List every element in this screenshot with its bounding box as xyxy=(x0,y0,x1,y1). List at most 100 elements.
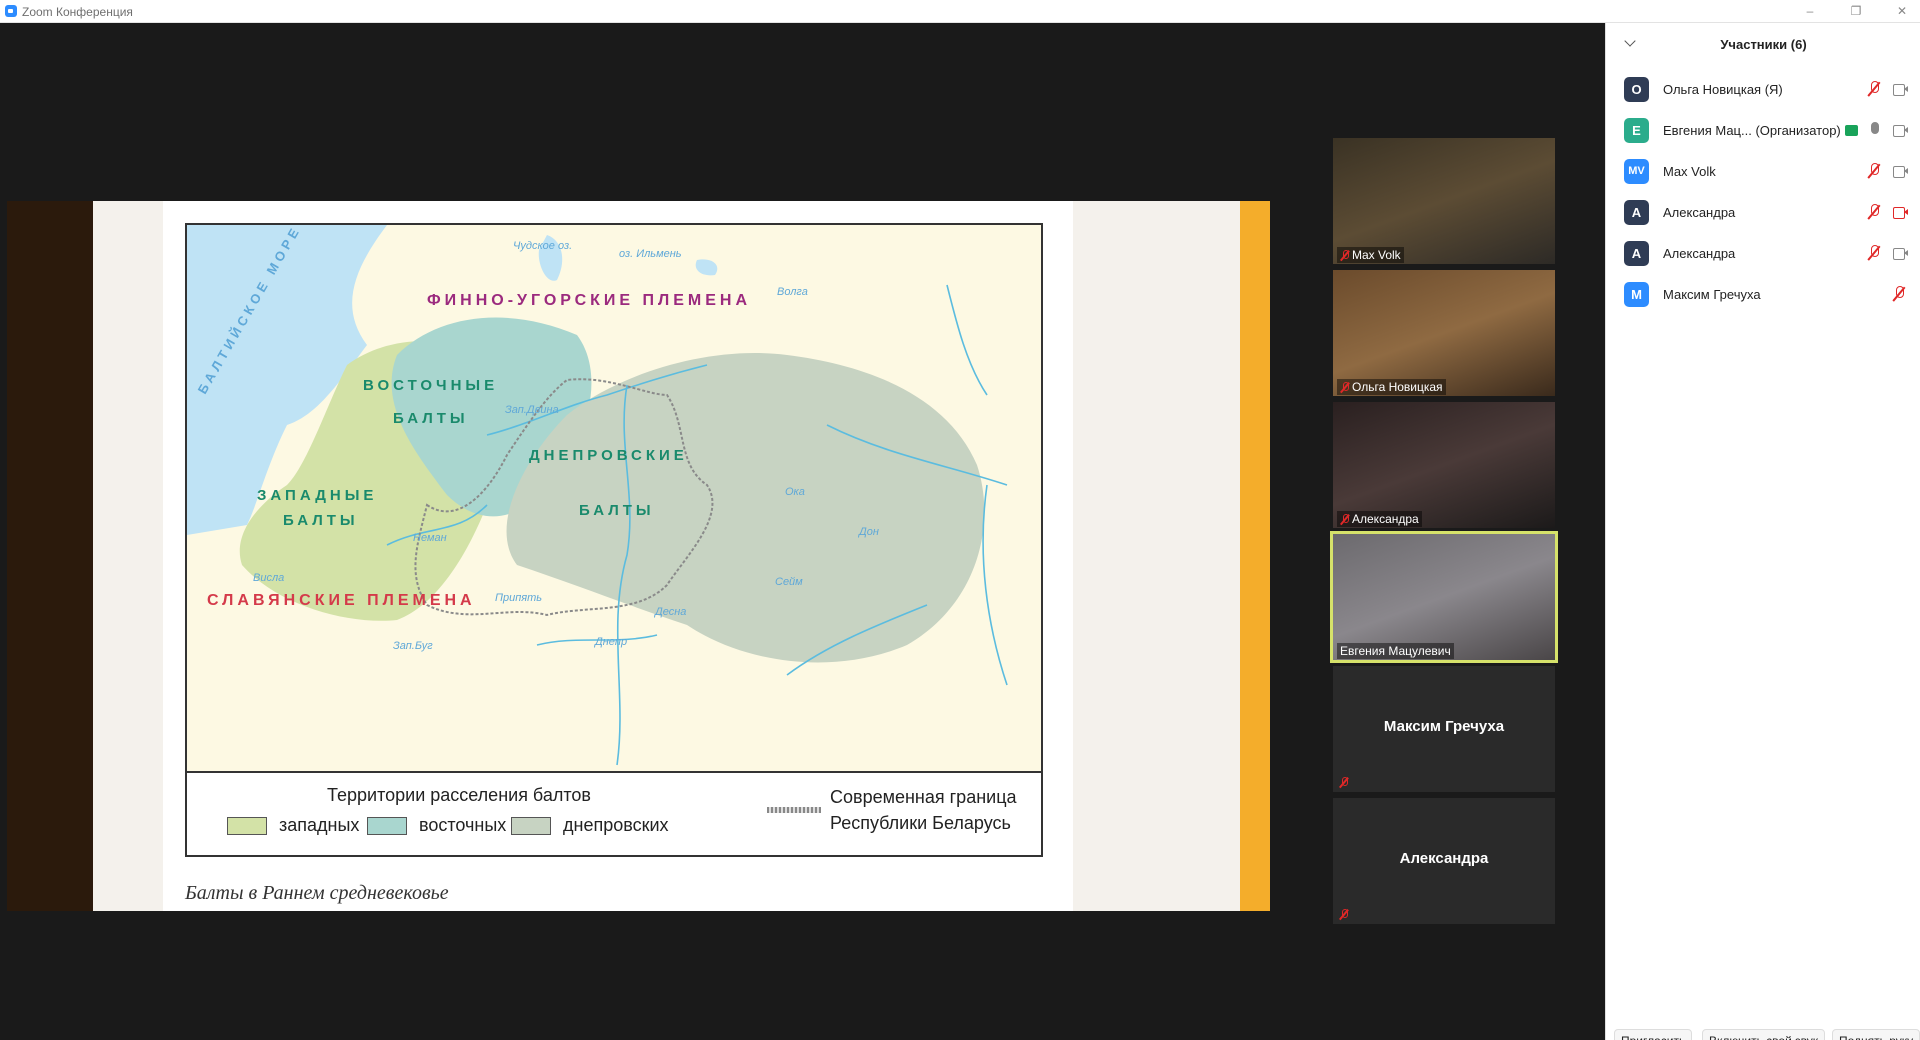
legend-west: западных xyxy=(279,815,360,835)
legend-swatch-west xyxy=(227,817,267,835)
volga-label: Волга xyxy=(777,286,808,298)
lake1-label: Чудское оз. xyxy=(513,240,572,252)
desna-label: Десна xyxy=(653,606,686,618)
shared-screen: БАЛТИЙСКОЕ МОРЕ Чудское оз. оз. Ильмень … xyxy=(7,201,1270,911)
host-screen-share-icon xyxy=(1844,125,1858,136)
video-tile[interactable]: Александра xyxy=(1333,402,1555,528)
muted-mic-icon xyxy=(1339,909,1348,920)
participants-title: Участники (6) xyxy=(1720,37,1807,52)
shared-left-band xyxy=(7,201,93,911)
mic-muted-icon[interactable] xyxy=(1868,163,1880,179)
window-title: Zoom Конференция xyxy=(22,5,133,19)
muted-mic-icon xyxy=(1340,513,1349,525)
zoom-app-icon xyxy=(5,5,17,17)
camera-icon[interactable] xyxy=(1893,248,1908,260)
don-label: Дон xyxy=(857,526,879,538)
active-speaker-tile[interactable]: Евгения Мацулевич xyxy=(1330,531,1558,663)
tile-name-bar: Max Volk xyxy=(1337,247,1404,263)
avatar: Е xyxy=(1624,118,1649,143)
participant-name: Евгения Мац... (Организатор) xyxy=(1663,123,1858,138)
legend-dnepr: днепровских xyxy=(563,815,669,835)
camera-icon[interactable] xyxy=(1893,84,1908,96)
minimize-icon[interactable]: – xyxy=(1800,2,1820,20)
map-graphic: БАЛТИЙСКОЕ МОРЕ Чудское оз. оз. Ильмень … xyxy=(187,225,1041,771)
participant-name: Max Volk xyxy=(1663,164,1716,179)
pripyat-label: Припять xyxy=(495,592,542,604)
legend-title: Территории расселения балтов xyxy=(327,785,591,805)
tile-name: Максим Гречуха xyxy=(1383,718,1505,735)
muted-mic-icon xyxy=(1340,381,1349,393)
muted-mic-icon xyxy=(1339,777,1348,788)
finno-label: ФИННО-УГОРСКИЕ ПЛЕМЕНА xyxy=(427,292,751,309)
tile-name: Ольга Новицкая xyxy=(1352,380,1443,394)
participant-name: Максим Гречуха xyxy=(1663,287,1761,302)
lake2-label: оз. Ильмень xyxy=(619,248,682,260)
tile-name-bar: Евгения Мацулевич xyxy=(1337,643,1454,659)
camera-icon[interactable] xyxy=(1893,125,1908,137)
dnepr-balts-label2: БАЛТЫ xyxy=(579,502,655,519)
mic-muted-icon[interactable] xyxy=(1868,204,1880,220)
invite-button[interactable]: Пригласить xyxy=(1614,1029,1693,1040)
seim-label: Сейм xyxy=(775,576,803,588)
slav-label: СЛАВЯНСКИЕ ПЛЕМЕНА xyxy=(207,592,476,609)
visla-label: Висла xyxy=(253,572,284,584)
camera-icon[interactable] xyxy=(1893,166,1908,178)
zdvina-label: Зап.Двина xyxy=(505,404,559,416)
zbug-label: Зап.Буг xyxy=(393,640,433,652)
west-balts-label1: ЗАПАДНЫЕ xyxy=(257,487,377,504)
mic-icon[interactable] xyxy=(1868,122,1880,138)
avatar: А xyxy=(1624,241,1649,266)
participant-row[interactable]: А Александра xyxy=(1606,233,1920,274)
participant-name: Ольга Новицкая (Я) xyxy=(1663,82,1783,97)
participant-row[interactable]: MV Max Volk xyxy=(1606,151,1920,192)
unmute-button[interactable]: Включить свой звук xyxy=(1702,1029,1825,1040)
shared-right-band xyxy=(1240,201,1270,911)
video-tile-no-video[interactable]: Александра xyxy=(1333,798,1555,924)
legend-border-line1: Современная граница xyxy=(830,787,1017,807)
map-caption: Балты в Раннем средневековье xyxy=(185,882,449,904)
participant-row[interactable]: М Максим Гречуха xyxy=(1606,274,1920,315)
participant-row[interactable]: Е Евгения Мац... (Организатор) xyxy=(1606,110,1920,151)
mic-muted-icon[interactable] xyxy=(1893,286,1905,302)
participant-name: Александра xyxy=(1663,246,1736,261)
participant-row[interactable]: О Ольга Новицкая (Я) xyxy=(1606,69,1920,110)
legend-east: восточных xyxy=(419,815,507,835)
mic-muted-icon[interactable] xyxy=(1868,245,1880,261)
title-bar: Zoom Конференция – ❐ ✕ xyxy=(0,0,1920,23)
video-tile-no-video[interactable]: Максим Гречуха xyxy=(1333,666,1555,792)
tile-name: Евгения Мацулевич xyxy=(1340,644,1451,658)
tile-name: Max Volk xyxy=(1352,248,1401,262)
video-tile[interactable]: Max Volk xyxy=(1333,138,1555,264)
tile-name-bar: Александра xyxy=(1337,511,1422,527)
neman-label: Неман xyxy=(413,532,447,544)
book-page: БАЛТИЙСКОЕ МОРЕ Чудское оз. оз. Ильмень … xyxy=(163,201,1073,911)
legend-border-sample xyxy=(767,807,821,813)
west-balts-label2: БАЛТЫ xyxy=(283,512,359,529)
restore-icon[interactable]: ❐ xyxy=(1846,2,1866,20)
video-tile[interactable]: Ольга Новицкая xyxy=(1333,270,1555,396)
raise-hand-button[interactable]: Поднять руку xyxy=(1832,1029,1920,1040)
mic-muted-icon[interactable] xyxy=(1868,81,1880,97)
dnepr-river-label: Днепр xyxy=(593,636,627,648)
east-balts-label1: ВОСТОЧНЫЕ xyxy=(363,377,498,394)
tile-name-bar: Ольга Новицкая xyxy=(1337,379,1446,395)
legend-swatch-east xyxy=(367,817,407,835)
participant-name: Александра xyxy=(1663,205,1736,220)
avatar: О xyxy=(1624,77,1649,102)
avatar: MV xyxy=(1624,159,1649,184)
tile-name: Александра xyxy=(1352,512,1419,526)
baltic-map: БАЛТИЙСКОЕ МОРЕ Чудское оз. оз. Ильмень … xyxy=(185,223,1043,773)
tile-name: Александра xyxy=(1399,850,1489,867)
legend-swatch-dnepr xyxy=(511,817,551,835)
muted-mic-icon xyxy=(1340,249,1349,261)
participants-panel: Участники (6) О Ольга Новицкая (Я) Е Евг… xyxy=(1605,23,1920,1040)
camera-off-icon[interactable] xyxy=(1893,207,1908,219)
avatar: А xyxy=(1624,200,1649,225)
dnepr-balts-label1: ДНЕПРОВСКИЕ xyxy=(529,447,688,464)
close-icon[interactable]: ✕ xyxy=(1892,2,1912,20)
participant-row[interactable]: А Александра xyxy=(1606,192,1920,233)
map-legend: Территории расселения балтов западных во… xyxy=(185,773,1043,857)
legend-border-line2: Республики Беларусь xyxy=(830,813,1011,833)
east-balts-label2: БАЛТЫ xyxy=(393,410,469,427)
avatar: М xyxy=(1624,282,1649,307)
